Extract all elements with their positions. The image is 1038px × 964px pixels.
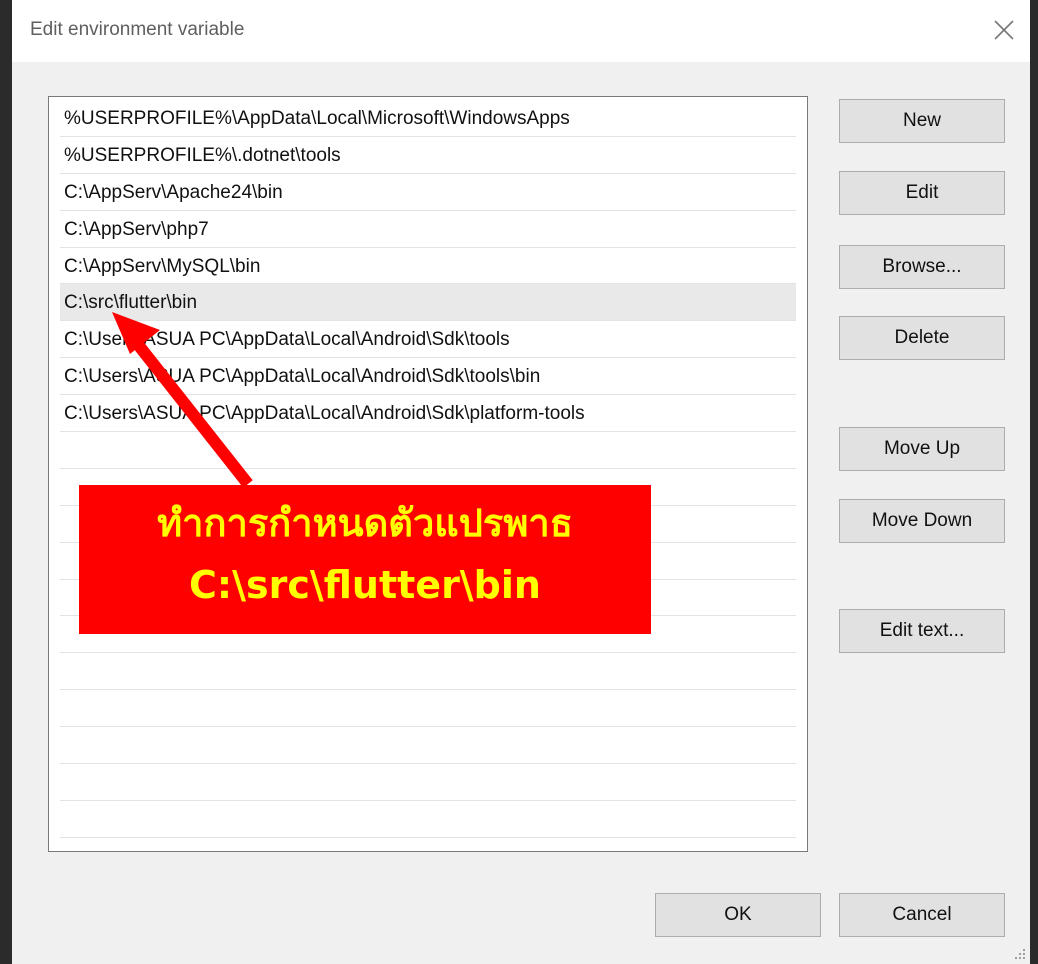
close-button[interactable] — [988, 12, 1020, 48]
annotation-callout: ทำการกำหนดตัวแปรพาธ C:\src\flutter\bin — [79, 485, 651, 634]
list-item[interactable] — [60, 690, 796, 728]
annotation-text-path: C:\src\flutter\bin — [189, 563, 541, 607]
edit-text-button[interactable]: Edit text... — [839, 609, 1005, 653]
list-item[interactable] — [60, 653, 796, 691]
list-item[interactable] — [60, 801, 796, 838]
new-button[interactable]: New — [839, 99, 1005, 143]
browse-button[interactable]: Browse... — [839, 245, 1005, 289]
list-item[interactable]: C:\Users\ASUA PC\AppData\Local\Android\S… — [60, 358, 796, 396]
edit-button[interactable]: Edit — [839, 171, 1005, 215]
annotation-text-thai: ทำการกำหนดตัวแปรพาธ — [157, 501, 573, 545]
list-item[interactable]: %USERPROFILE%\AppData\Local\Microsoft\Wi… — [60, 100, 796, 137]
list-item-text: C:\AppServ\MySQL\bin — [64, 255, 261, 277]
screen-background: Edit environment variable %USERPROFILE%\… — [0, 0, 1038, 964]
ok-button[interactable]: OK — [655, 893, 821, 937]
list-item[interactable] — [60, 432, 796, 469]
list-item-text: %USERPROFILE%\AppData\Local\Microsoft\Wi… — [64, 108, 570, 129]
title-bar: Edit environment variable — [12, 0, 1030, 62]
list-item[interactable] — [60, 727, 796, 765]
list-item[interactable]: C:\src\flutter\bin — [60, 284, 796, 322]
list-item-text: %USERPROFILE%\.dotnet\tools — [64, 144, 341, 166]
cancel-button[interactable]: Cancel — [839, 893, 1005, 937]
list-item[interactable] — [60, 764, 796, 801]
list-item[interactable]: C:\Users\ASUA PC\AppData\Local\Android\S… — [60, 321, 796, 359]
move-up-button[interactable]: Move Up — [839, 427, 1005, 471]
edit-environment-variable-dialog: Edit environment variable %USERPROFILE%\… — [12, 0, 1030, 964]
list-item-text: C:\Users\ASUA PC\AppData\Local\Android\S… — [64, 403, 585, 425]
list-item[interactable]: %USERPROFILE%\.dotnet\tools — [60, 137, 796, 174]
list-item-text: C:\AppServ\php7 — [64, 218, 209, 240]
delete-button[interactable]: Delete — [839, 316, 1005, 360]
path-list[interactable]: %USERPROFILE%\AppData\Local\Microsoft\Wi… — [48, 96, 808, 852]
list-item-text: C:\src\flutter\bin — [64, 292, 198, 314]
list-item[interactable]: C:\AppServ\Apache24\bin — [60, 174, 796, 211]
window-title: Edit environment variable — [30, 19, 245, 40]
list-item[interactable]: C:\Users\ASUA PC\AppData\Local\Android\S… — [60, 395, 796, 433]
resize-grip-icon[interactable] — [1014, 948, 1026, 960]
list-item-text: C:\AppServ\Apache24\bin — [64, 181, 283, 203]
list-item[interactable]: C:\AppServ\php7 — [60, 211, 796, 248]
list-item[interactable]: C:\AppServ\MySQL\bin — [60, 248, 796, 285]
close-icon — [994, 20, 1014, 40]
list-item-text: C:\Users\ASUA PC\AppData\Local\Android\S… — [64, 366, 541, 388]
move-down-button[interactable]: Move Down — [839, 499, 1005, 543]
list-item-text: C:\Users\ASUA PC\AppData\Local\Android\S… — [64, 329, 510, 351]
